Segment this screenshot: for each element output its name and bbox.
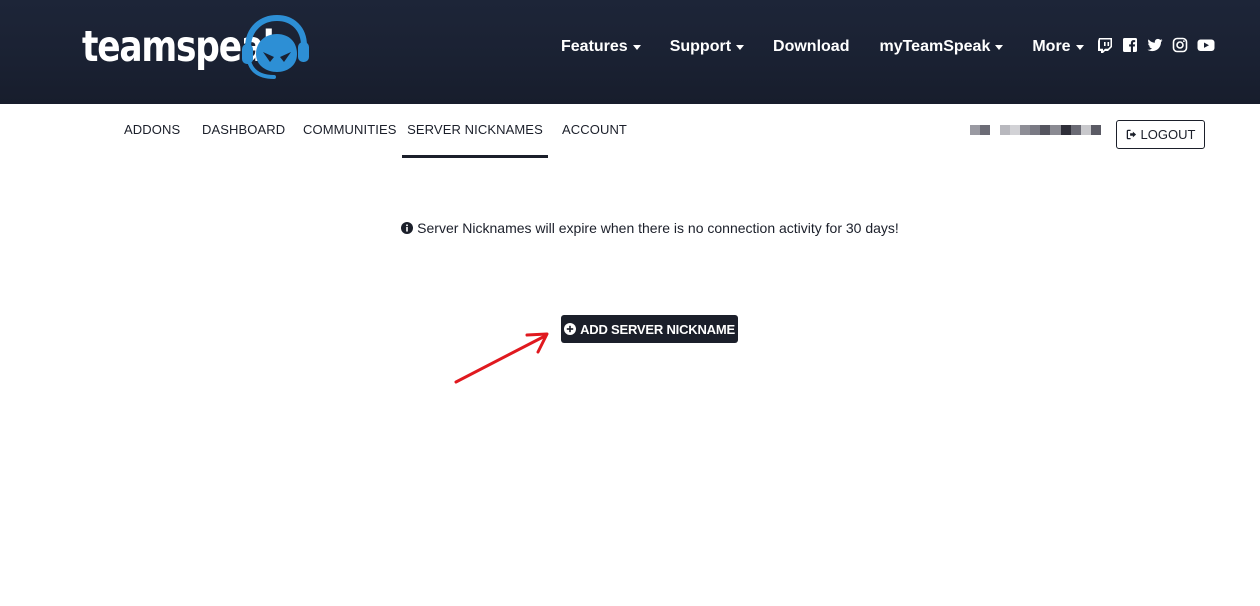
caret-down-icon	[1075, 44, 1084, 50]
facebook-icon[interactable]	[1122, 37, 1138, 53]
tab-addons[interactable]: ADDONS	[124, 104, 180, 158]
redacted-username	[970, 125, 1101, 135]
notice-text: Server Nicknames will expire when there …	[417, 220, 899, 236]
headset-logo-icon	[242, 14, 309, 79]
site-header: teamspeak Features Support Download myTe…	[0, 0, 1260, 104]
annotation-arrow-icon	[454, 332, 549, 384]
caret-down-icon	[632, 44, 641, 50]
nav-myteamspeak-label: myTeamSpeak	[879, 38, 991, 55]
nav-features[interactable]: Features	[561, 38, 641, 56]
nav-support-label: Support	[669, 38, 732, 55]
logout-label: LOGOUT	[1140, 127, 1196, 142]
expiry-notice: Server Nicknames will expire when there …	[0, 220, 1260, 236]
add-server-nickname-button[interactable]: ADD SERVER NICKNAME	[561, 315, 738, 343]
tab-server-nicknames[interactable]: SERVER NICKNAMES	[402, 104, 548, 158]
instagram-icon[interactable]	[1172, 37, 1188, 53]
nav-support[interactable]: Support	[669, 38, 745, 56]
tab-communities[interactable]: COMMUNITIES	[303, 104, 396, 158]
logout-button[interactable]: LOGOUT	[1116, 120, 1205, 149]
social-links	[1097, 37, 1224, 53]
caret-down-icon	[995, 44, 1004, 50]
twitter-icon[interactable]	[1147, 37, 1163, 53]
main-nav: Features Support Download myTeamSpeak Mo…	[561, 34, 1084, 60]
youtube-icon[interactable]	[1197, 37, 1215, 53]
nav-more-label: More	[1032, 38, 1071, 55]
twitch-icon[interactable]	[1097, 37, 1113, 53]
nav-download-label: Download	[773, 38, 850, 55]
nav-features-label: Features	[561, 38, 628, 55]
add-button-label: ADD SERVER NICKNAME	[580, 321, 735, 337]
tab-account[interactable]: ACCOUNT	[562, 104, 627, 158]
tab-dashboard[interactable]: DASHBOARD	[202, 104, 285, 158]
plus-circle-icon	[564, 323, 577, 335]
nav-more[interactable]: More	[1032, 38, 1084, 56]
teamspeak-logo[interactable]: teamspeak	[82, 14, 335, 80]
nav-download[interactable]: Download	[773, 38, 849, 56]
info-circle-icon	[401, 222, 414, 234]
nav-myteamspeak[interactable]: myTeamSpeak	[879, 38, 1004, 56]
caret-down-icon	[736, 44, 745, 50]
sign-out-icon	[1126, 129, 1136, 140]
